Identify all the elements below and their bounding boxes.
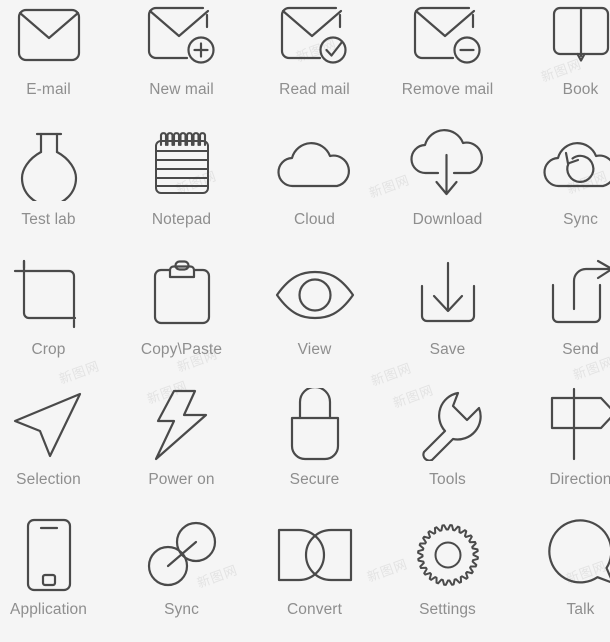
icon-label: Crop [31,341,66,358]
icon-grid: E-mail New mail Read mail Remove mail Bo… [0,0,610,642]
gear-icon[interactable] [381,512,514,598]
icon-cell-direction[interactable]: Direction [514,382,610,512]
cloud-icon[interactable] [248,122,381,208]
infinity-icon[interactable] [115,512,248,598]
cursor-arrow-icon[interactable] [0,382,115,468]
bowtie-convert-icon[interactable] [248,512,381,598]
share-arrow-icon[interactable] [514,252,610,338]
icon-label: Sync [563,211,598,228]
icon-cell-copy-paste[interactable]: Copy\Paste [115,252,248,382]
icon-cell-test-lab[interactable]: Test lab [0,122,115,252]
icon-cell-convert[interactable]: Convert [248,512,381,642]
icon-label: Test lab [21,211,76,228]
icon-label: Cloud [294,211,335,228]
icon-cell-download[interactable]: Download [381,122,514,252]
icon-label: Sync [164,601,199,618]
icon-label: Copy\Paste [140,341,223,358]
icon-label: Send [562,341,599,358]
icon-cell-notepad[interactable]: Notepad [115,122,248,252]
icon-cell-book[interactable]: Book [514,0,610,122]
icon-label: Download [412,211,483,228]
icon-label: Read mail [279,81,350,98]
wrench-icon[interactable] [381,382,514,468]
icon-label: Tools [429,471,466,488]
cloud-download-icon[interactable] [381,122,514,208]
icon-label: Convert [287,601,342,618]
icon-cell-crop[interactable]: Crop [0,252,115,382]
open-book-icon[interactable] [514,0,610,78]
lightning-bolt-icon[interactable] [115,382,248,468]
cloud-refresh-icon[interactable] [514,122,610,208]
icon-label: Book [562,81,599,98]
icon-cell-power-on[interactable]: Power on [115,382,248,512]
icon-label: Application [10,601,87,618]
icon-cell-selection[interactable]: Selection [0,382,115,512]
envelope-check-icon[interactable] [248,0,381,78]
icon-cell-secure[interactable]: Secure [248,382,381,512]
icon-label: E-mail [26,81,71,98]
icon-cell-save[interactable]: Save [381,252,514,382]
icon-cell-view[interactable]: View [248,252,381,382]
spiral-notepad-icon[interactable] [115,122,248,208]
icon-label: Secure [289,471,340,488]
icon-cell-remove-mail[interactable]: Remove mail [381,0,514,122]
icon-label: Save [429,341,466,358]
icon-cell-cloud[interactable]: Cloud [248,122,381,252]
flask-icon[interactable] [0,122,115,208]
icon-label: Settings [419,601,476,618]
icon-cell-read-mail[interactable]: Read mail [248,0,381,122]
clipboard-icon[interactable] [115,252,248,338]
icon-label: View [297,341,332,358]
speech-bubble-icon[interactable] [514,512,610,598]
icon-cell-email[interactable]: E-mail [0,0,115,122]
icon-cell-talk[interactable]: Talk [514,512,610,642]
icon-label: Notepad [151,211,212,228]
padlock-icon[interactable] [248,382,381,468]
icon-cell-sync-cloud[interactable]: Sync [514,122,610,252]
crop-icon[interactable] [0,252,115,338]
icon-cell-application[interactable]: Application [0,512,115,642]
icon-cell-send[interactable]: Send [514,252,610,382]
icon-cell-tools[interactable]: Tools [381,382,514,512]
icon-cell-new-mail[interactable]: New mail [115,0,248,122]
icon-label: Remove mail [401,81,494,98]
icon-label: Power on [148,471,215,488]
icon-label: Selection [16,471,81,488]
envelope-icon[interactable] [0,0,115,78]
download-tray-icon[interactable] [381,252,514,338]
icon-label: Direction [549,471,610,488]
envelope-plus-icon[interactable] [115,0,248,78]
icon-cell-settings[interactable]: Settings [381,512,514,642]
signpost-icon[interactable] [514,382,610,468]
icon-label: New mail [149,81,214,98]
eye-icon[interactable] [248,252,381,338]
icon-set-page: { "page": { "background_color": "#f5f5f5… [0,0,610,632]
smartphone-icon[interactable] [0,512,115,598]
icon-label: Talk [566,601,595,618]
icon-cell-sync-loop[interactable]: Sync [115,512,248,642]
envelope-minus-icon[interactable] [381,0,514,78]
